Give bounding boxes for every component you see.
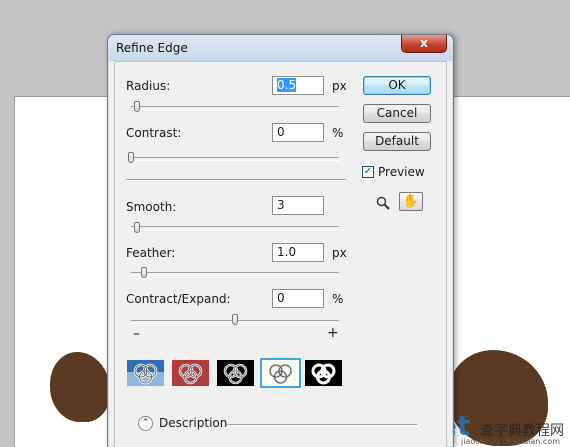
watermark-url: jiaocheng.chazidian.com [460,437,560,446]
contrast-label: Contrast: [126,126,182,140]
contrast-unit: % [332,126,344,140]
close-button[interactable]: x [401,35,447,53]
smooth-slider-track[interactable] [131,226,339,230]
dialog-title: Refine Edge [116,41,188,55]
separator [126,179,346,181]
contrast-slider-track[interactable] [131,157,339,161]
view-mode-quick-mask[interactable] [172,360,209,386]
dialog-titlebar[interactable]: Refine Edge x [108,35,453,61]
contract-expand-slider-thumb[interactable] [232,314,238,325]
view-mode-mask[interactable] [305,360,342,386]
zoom-icon[interactable] [376,196,390,213]
smooth-input[interactable]: 3 [272,196,324,215]
close-icon: x [420,36,428,50]
radius-input[interactable]: 0.5 [272,76,324,95]
radius-slider-track[interactable] [131,106,339,110]
contract-expand-input[interactable]: 0 [272,289,324,308]
radius-label: Radius: [126,79,171,93]
minus-label: – [133,326,140,342]
view-mode-on-black[interactable] [217,360,254,386]
ok-button[interactable]: OK [363,76,431,95]
cancel-button[interactable]: Cancel [363,104,431,123]
contrast-input[interactable]: 0 [272,123,324,142]
smooth-slider-thumb[interactable] [134,222,140,233]
description-label: Description [159,416,228,430]
feather-label: Feather: [126,246,176,260]
radius-slider-thumb[interactable] [134,101,140,112]
plus-label: + [327,325,339,341]
hand-icon[interactable]: ✋ [399,192,423,211]
feather-unit: px [332,246,347,260]
feather-input[interactable]: 1.0 [272,243,324,262]
preview-label: Preview [378,165,425,179]
contract-expand-unit: % [332,292,344,306]
smooth-label: Smooth: [126,200,177,214]
refine-edge-dialog: Refine Edge x Radius: 0.5 px Contrast: 0… [107,34,454,447]
chevron-up-icon: ⌃ [141,418,150,428]
preview-checkbox[interactable]: ✓ [362,166,374,178]
feather-slider-track[interactable] [131,272,339,276]
description-separator [227,424,417,426]
feather-slider-thumb[interactable] [141,267,147,278]
contract-expand-label: Contract/Expand: [126,292,231,306]
contrast-slider-thumb[interactable] [128,152,134,163]
radius-unit: px [332,79,347,93]
view-mode-on-white[interactable] [260,358,301,388]
dialog-body: Radius: 0.5 px Contrast: 0 % Smooth: 3 F… [114,61,447,447]
view-mode-standard[interactable] [127,360,164,386]
default-button[interactable]: Default [363,132,431,151]
description-toggle-button[interactable]: ⌃ [138,416,153,431]
